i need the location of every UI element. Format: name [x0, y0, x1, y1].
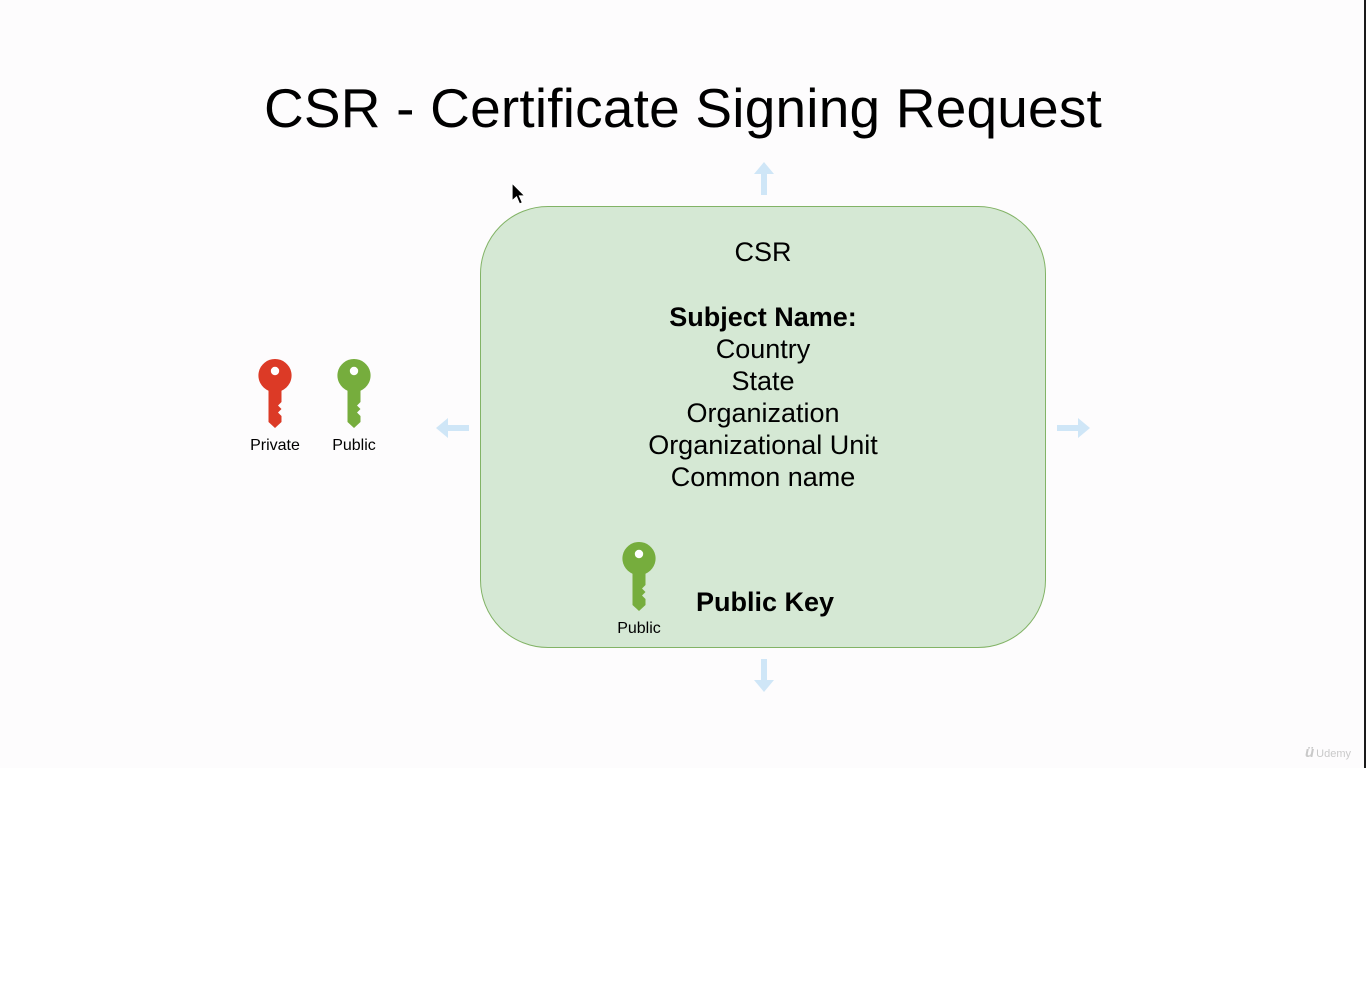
key-icon [622, 541, 656, 611]
subject-field-organization: Organization [686, 398, 840, 428]
public-key: Public [314, 358, 394, 455]
arrow-right-icon [1057, 418, 1090, 438]
slide: CSR - Certificate Signing Request Privat… [0, 0, 1366, 768]
key-icon [337, 358, 371, 428]
private-key-label: Private [250, 437, 300, 454]
csr-public-key-label: Public [617, 620, 661, 637]
subject-field-organizational-unit: Organizational Unit [648, 430, 878, 460]
key-icon [258, 358, 292, 428]
subject-field-state: State [731, 366, 795, 396]
subject-field-common-name: Common name [670, 462, 856, 492]
csr-public-key: Public [599, 541, 679, 638]
subject-field-country: Country [715, 334, 811, 364]
private-key: Private [235, 358, 315, 455]
arrow-up-icon [754, 162, 774, 195]
arrow-left-icon [436, 418, 469, 438]
udemy-watermark-text: Udemy [1316, 748, 1352, 760]
subject-name-title: Subject Name: [669, 302, 857, 332]
arrow-down-icon [754, 659, 774, 692]
public-key-label: Public [332, 437, 376, 454]
mouse-cursor-icon [511, 182, 527, 205]
public-key-label: Public Key [696, 587, 835, 617]
csr-box: CSR Subject Name: Country State Organiza… [480, 206, 1046, 648]
udemy-watermark: ü Udemy [1305, 744, 1351, 761]
csr-heading: CSR [734, 237, 792, 267]
udemy-logo-icon: ü [1305, 744, 1315, 761]
subject-name-block: Subject Name: Country State Organization… [481, 301, 1045, 493]
slide-title: CSR - Certificate Signing Request [263, 77, 1103, 139]
